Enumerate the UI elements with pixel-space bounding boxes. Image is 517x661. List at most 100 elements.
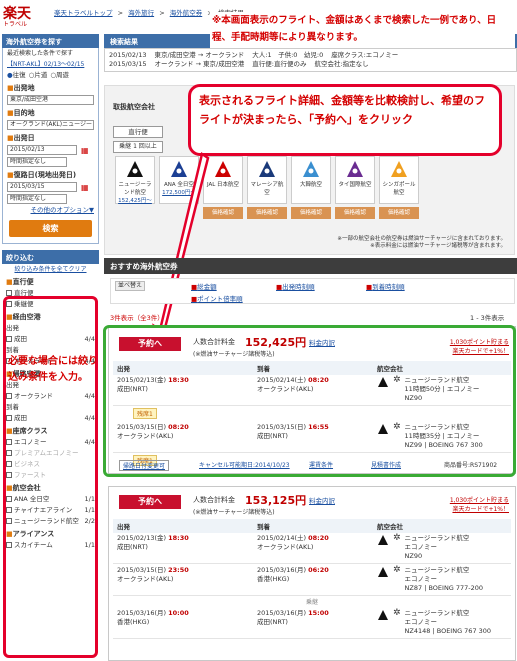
airline-name: ニュージーランド航空 <box>118 182 152 196</box>
flight-segment: 2015/03/16(月) 10:00 香港(HKG) 2015/03/16(月) … <box>113 607 511 639</box>
filter-title: 絞り込む <box>2 250 99 264</box>
airline-card[interactable]: マレーシア航空 <box>247 156 287 204</box>
trip-roundtrip[interactable]: ●往復 <box>7 71 26 80</box>
recent-search-label: 最近検索した条件で探す <box>7 50 74 57</box>
sort-total[interactable]: ■総金額 <box>191 281 217 291</box>
segment-depart: 2015/02/13(金) 18:30 成田(NRT) <box>117 534 189 551</box>
route-row: 2015/02/13 東京/成田空港 → オークランド 大人:1 子供:0 幼児:0… <box>109 51 399 59</box>
airline-tail-icon <box>377 534 389 561</box>
segment-airline: ✲ ニュージーランド航空 エコノミー NZ90 <box>377 534 469 561</box>
segment-airline: ✲ ニュージーランド航空 エコノミー NZ87 | BOEING 777-200 <box>377 566 483 593</box>
destination-input[interactable]: オークランド(AKL)ニュージー <box>7 120 94 130</box>
filter-highlight-frame <box>3 296 98 658</box>
airline-name: タイ国際航空 <box>338 182 372 188</box>
fern-logo-icon: ✲ <box>393 608 401 618</box>
return-date-row: 2015/03/15 ▦ <box>3 181 98 193</box>
calendar-icon[interactable]: ▦ <box>81 146 89 155</box>
airline-card[interactable]: 大韓航空 <box>291 156 331 204</box>
airline-card-column: タイ国際航空価格確認 <box>335 156 375 219</box>
sort-bar: 並べ替え ■総金額 ■出発時刻順 ■到着時刻順 ■ポイント倍率順 <box>110 278 515 304</box>
airline-tail-icon <box>377 609 389 636</box>
airline-tail-icon <box>345 160 365 178</box>
flight-segment: 2015/03/15(日) 23:50 オークランド(AKL) 2015/03/16… <box>113 564 511 596</box>
origin-label: ■出発地 <box>7 84 35 92</box>
origin-select[interactable]: 東京/成田空港 <box>7 95 94 105</box>
depart-date-row: 2015/02/13 ▦ <box>3 144 98 156</box>
segment-arrive: 2015/03/16(月) 15:00 成田(NRT) <box>257 609 329 626</box>
airline-tail-icon <box>257 160 277 178</box>
segment-depart: 2015/03/15(日) 23:50 オークランド(AKL) <box>117 566 189 583</box>
airline-tail-icon <box>301 160 321 178</box>
airline-card-column: マレーシア航空価格確認 <box>247 156 287 219</box>
reserve-button[interactable]: 予約へ <box>119 495 181 509</box>
return-date-input[interactable]: 2015/03/15 <box>7 182 77 192</box>
trip-type-group: ●往復 ○片道 ○周遊 <box>3 70 98 81</box>
price-check-button[interactable]: 価格確認 <box>379 207 419 219</box>
recommended-title: おすすめ海外航空券 <box>104 258 517 274</box>
instruction-callout: 表示されるフライト詳細、金額等を比較検討し、希望のフライトが決まったら、「予約へ… <box>188 84 502 156</box>
search-panel-title: 海外航空券を探す <box>2 34 99 48</box>
filter-hint-annotation: 必要な場合には絞り込み条件を入力。 <box>8 356 98 383</box>
search-panel: 最近検索した条件で探す 【NRT-AKL】02/13〜02/15 ●往復 ○片道… <box>2 48 99 244</box>
result-count: 3件表示（全3件） <box>110 314 164 322</box>
logo-subtitle: トラベル <box>3 21 28 28</box>
segment-airline: ✲ ニュージーランド航空 エコノミー NZ4148 | BOEING 767 300 <box>377 609 491 636</box>
disclaimer-notice: ※本画面表示のフライト、金額はあくまで検索した一例であり、日程、手配時期等により… <box>210 12 515 48</box>
total-label: 人数合計料金 <box>193 496 235 504</box>
depart-time-select[interactable]: 時間指定なし <box>7 157 67 167</box>
result-card-2: 予約へ 人数合計料金 153,125円 料金内訳 (※燃油サーチャージ諸税等込)… <box>108 486 516 661</box>
airline-tail-icon <box>389 160 409 178</box>
trip-oneway[interactable]: ○片道 <box>29 71 48 80</box>
airline-name: シンガポール航空 <box>382 182 416 196</box>
airline-card[interactable]: タイ国際航空 <box>335 156 375 204</box>
breadcrumb-air-tickets[interactable]: 海外航空券 <box>170 9 203 17</box>
airline-card-column: 大韓航空 価格確認 <box>291 156 331 219</box>
flight-segment: 2015/02/13(金) 18:30 成田(NRT) 2015/02/14(土) … <box>113 532 511 564</box>
return-time-select[interactable]: 時間指定なし <box>7 194 67 204</box>
sort-arrive[interactable]: ■到着時刻順 <box>366 281 405 291</box>
filter-group-title: ■直行便 <box>6 278 34 286</box>
segment-arrive: 2015/02/14(土) 08:20 オークランド(AKL) <box>257 534 329 551</box>
price-check-button[interactable]: 価格確認 <box>247 207 287 219</box>
points-link[interactable]: 1,030ポイント貯まる <box>450 495 509 504</box>
segment-depart: 2015/03/16(月) 10:00 香港(HKG) <box>117 609 189 626</box>
total-price: 153,125円 <box>245 494 307 507</box>
airline-label: 取扱航空会社 <box>113 103 155 111</box>
transfer-label: 乗継 <box>305 599 318 606</box>
depart-date-label: ■出発日 <box>7 134 35 142</box>
depart-date-input[interactable]: 2015/02/13 <box>7 145 77 155</box>
filter-reset-link[interactable]: 絞り込み条件を全てクリア <box>2 264 99 275</box>
sort-depart[interactable]: ■出発時刻順 <box>276 281 315 291</box>
breadcrumb-overseas[interactable]: 海外旅行 <box>128 9 154 17</box>
airline-tail-icon <box>213 160 233 178</box>
airline-price[interactable]: 152,425円〜 <box>116 196 154 204</box>
airline-card-column: シンガポール航空 価格確認 <box>379 156 419 219</box>
route-row: 2015/03/15 オークランド → 東京/成田空港 直行便:直行便のみ 航空会社:… <box>109 60 369 68</box>
card-link[interactable]: 楽天カードで+1%！ <box>452 504 509 513</box>
search-button[interactable]: 検索 <box>9 220 92 237</box>
breadcrumb-travel-top[interactable]: 楽天トラベルトップ <box>54 9 113 17</box>
trip-multi[interactable]: ○周遊 <box>50 71 69 80</box>
breadcrumb-sep: > <box>159 9 165 17</box>
tab-direct[interactable]: 直行便 <box>113 126 163 138</box>
fare-detail-link[interactable]: 料金内訳 <box>309 495 335 505</box>
price-check-button[interactable]: 価格確認 <box>291 207 331 219</box>
recent-search-link[interactable]: 【NRT-AKL】02/13〜02/15 <box>3 59 98 70</box>
airline-card[interactable]: ニュージーランド航空 152,425円〜 <box>115 156 155 204</box>
segment-list: 2015/02/13(金) 18:30 成田(NRT) 2015/02/14(土) … <box>113 532 511 639</box>
sort-points[interactable]: ■ポイント倍率順 <box>191 293 243 303</box>
sort-label: 並べ替え <box>115 281 145 291</box>
other-options-link[interactable]: その他のオプション▼ <box>3 205 98 216</box>
route-summary: 2015/02/13 東京/成田空港 → オークランド 大人:1 子供:0 幼児:0… <box>104 48 517 72</box>
price-check-button[interactable]: 価格確認 <box>335 207 375 219</box>
calendar-icon[interactable]: ▦ <box>81 183 89 192</box>
tax-note: (※燃油サーチャージ諸税等込) <box>193 509 275 516</box>
airline-card-column: ニュージーランド航空 152,425円〜 <box>115 156 155 219</box>
airline-tail-icon <box>125 160 145 178</box>
segment-arrive: 2015/03/16(月) 06:20 香港(HKG) <box>257 566 329 583</box>
airline-tail-icon <box>377 566 389 593</box>
airline-card[interactable]: シンガポール航空 <box>379 156 419 204</box>
airline-name: 大韓航空 <box>299 182 322 188</box>
breadcrumb-sep: > <box>117 9 124 17</box>
fee-notes: ※一部の航空会社の航空券は燃油サーチャージに含まれております。 ※表示料金には燃油… <box>337 236 506 249</box>
